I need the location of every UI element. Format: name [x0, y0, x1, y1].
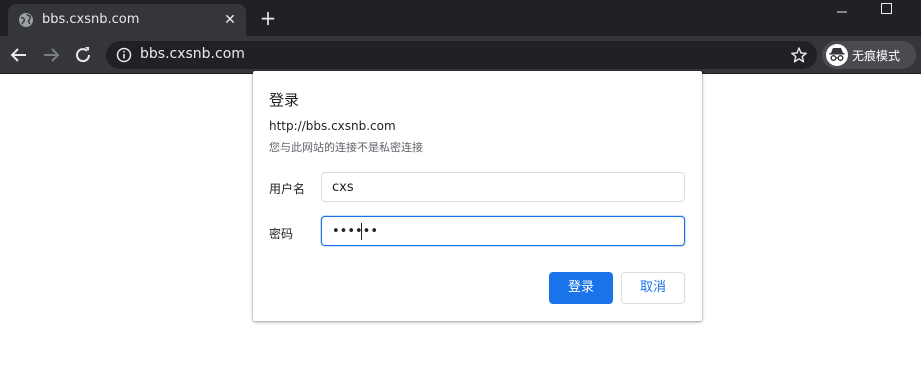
- text-caret: [361, 223, 362, 240]
- dialog-origin: http://bbs.cxsnb.com: [269, 119, 396, 133]
- dialog-title: 登录: [269, 91, 300, 109]
- bookmark-star-icon[interactable]: [790, 46, 808, 64]
- url-text[interactable]: bbs.cxsnb.com: [140, 46, 245, 62]
- globe-icon: [19, 13, 33, 27]
- cancel-button[interactable]: 取消: [621, 272, 685, 304]
- browser-tab[interactable]: bbs.cxsnb.com ✕: [8, 4, 246, 36]
- sign-in-button[interactable]: 登录: [549, 272, 613, 304]
- browser-title-bar: bbs.cxsnb.com ✕ +: [0, 0, 921, 36]
- minimize-window-icon[interactable]: [836, 6, 848, 18]
- incognito-indicator[interactable]: 无痕模式: [822, 41, 916, 69]
- incognito-label: 无痕模式: [852, 49, 901, 63]
- back-arrow-icon[interactable]: [8, 44, 30, 66]
- password-value: ••••••: [332, 224, 379, 239]
- password-label: 密码: [269, 227, 294, 241]
- username-field[interactable]: cxs: [321, 172, 685, 202]
- info-icon[interactable]: [116, 47, 132, 63]
- password-field[interactable]: ••••••: [321, 216, 685, 246]
- maximize-window-icon[interactable]: [881, 3, 892, 14]
- username-label: 用户名: [269, 182, 306, 196]
- incognito-icon: [826, 44, 848, 66]
- username-value: cxs: [332, 180, 354, 195]
- close-tab-icon[interactable]: ✕: [220, 10, 240, 30]
- connection-warning: 您与此网站的连接不是私密连接: [269, 141, 423, 154]
- tab-title: bbs.cxsnb.com: [42, 12, 140, 27]
- browser-toolbar: bbs.cxsnb.com 无痕模式: [0, 36, 921, 74]
- new-tab-button[interactable]: +: [258, 8, 278, 28]
- address-bar[interactable]: bbs.cxsnb.com: [106, 41, 817, 69]
- forward-arrow-icon[interactable]: [40, 44, 62, 66]
- http-auth-dialog: 登录 http://bbs.cxsnb.com 您与此网站的连接不是私密连接 用…: [253, 71, 702, 321]
- reload-icon[interactable]: [72, 44, 94, 66]
